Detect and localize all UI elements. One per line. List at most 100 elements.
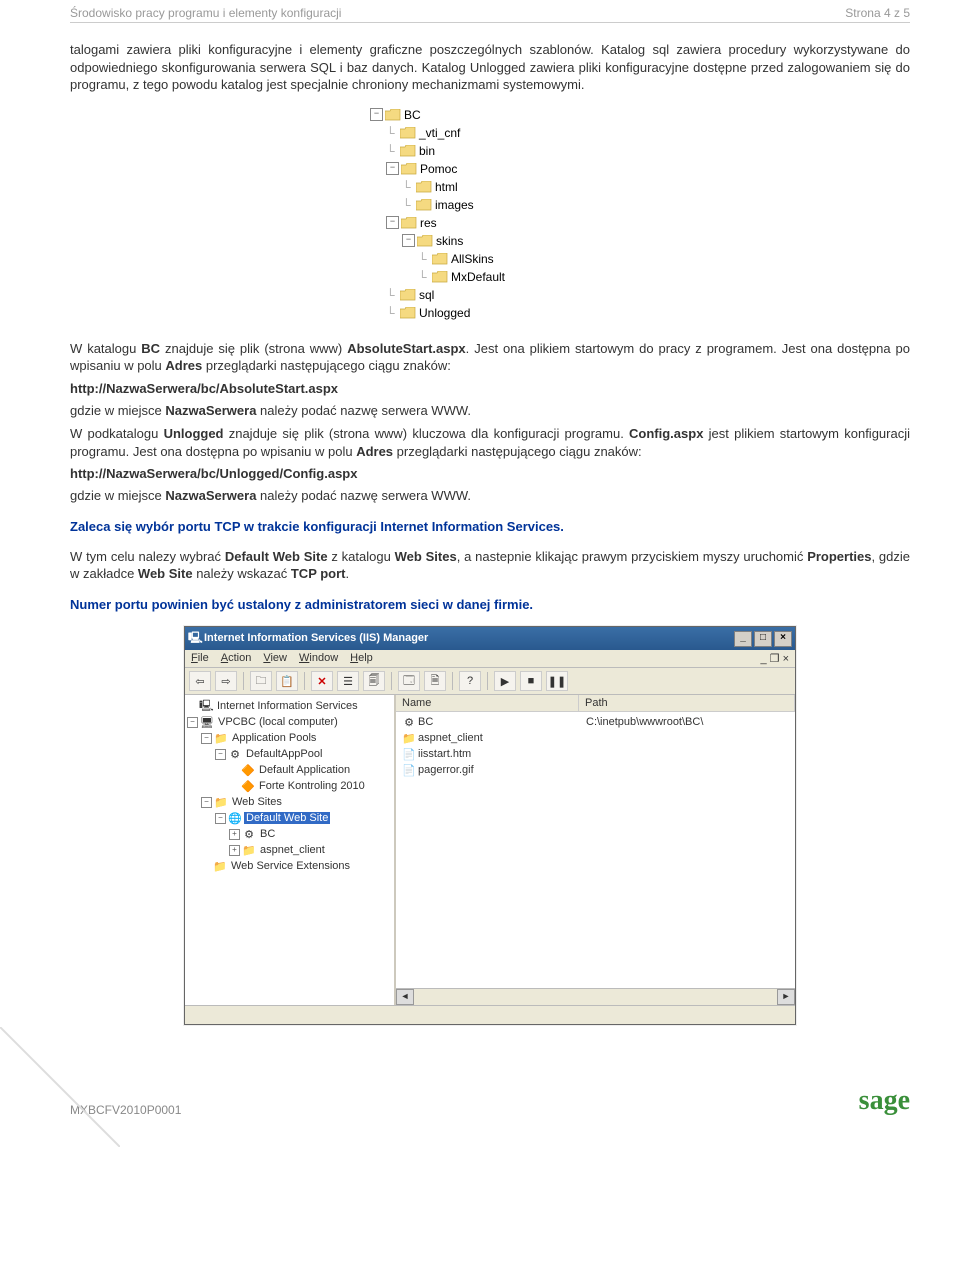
file-icon: 📄 <box>402 748 416 761</box>
node-icon: 📁 <box>214 796 228 809</box>
tree-item[interactable]: −Pomoc <box>370 160 610 178</box>
url-1: http://NazwaSerwera/bc/AbsoluteStart.asp… <box>70 381 910 396</box>
expand-toggle[interactable]: − <box>215 749 226 760</box>
tree-item[interactable]: −res <box>370 214 610 232</box>
stop-button[interactable]: ■ <box>520 671 542 691</box>
tree-item[interactable]: └sql <box>370 286 610 304</box>
expand-toggle[interactable]: + <box>229 829 240 840</box>
menu-view[interactable]: View <box>263 652 287 665</box>
iis-tree-item[interactable]: +⚙BC <box>187 826 392 842</box>
mdi-minimize-button[interactable]: _ <box>760 653 766 665</box>
iis-tree-item[interactable]: 📁Web Service Extensions <box>187 858 392 874</box>
tree-item[interactable]: −skins <box>370 232 610 250</box>
scroll-right-arrow[interactable]: ► <box>777 989 795 1005</box>
menu-file[interactable]: File <box>191 652 209 665</box>
refresh-button[interactable]: 📋 <box>276 671 298 691</box>
tree-connector: └ <box>386 124 400 142</box>
back-button[interactable]: ⇦ <box>189 671 211 691</box>
folder-icon <box>400 127 416 139</box>
expand-toggle[interactable]: − <box>402 234 415 247</box>
pause-button[interactable]: ❚❚ <box>546 671 568 691</box>
expand-toggle[interactable]: − <box>201 797 212 808</box>
expand-toggle[interactable]: − <box>370 108 383 121</box>
iis-menubar: File Action View Window Help _ ❐ × <box>185 650 795 668</box>
help-button[interactable]: ? <box>459 671 481 691</box>
tree-item[interactable]: −BC <box>370 106 610 124</box>
play-button[interactable]: ▶ <box>494 671 516 691</box>
expand-toggle[interactable]: − <box>215 813 226 824</box>
expand-toggle[interactable]: + <box>229 845 240 856</box>
iis-tree-item[interactable]: −⚙DefaultAppPool <box>187 746 392 762</box>
iis-tree-pane[interactable]: 🖳Internet Information Services−🖥VPCBC (l… <box>185 695 396 1005</box>
tree-item[interactable]: └MxDefault <box>370 268 610 286</box>
iis-file-row[interactable]: 📁aspnet_client <box>396 730 795 746</box>
node-icon: 📁 <box>242 844 256 857</box>
tree-item[interactable]: └AllSkins <box>370 250 610 268</box>
iis-tree-item[interactable]: −📁Application Pools <box>187 730 392 746</box>
tree-item[interactable]: └html <box>370 178 610 196</box>
node-icon: ⚙ <box>228 748 242 761</box>
iis-column-headers: Name Path <box>396 695 795 712</box>
blue-note-1: Zaleca się wybór portu TCP w trakcie kon… <box>70 519 910 534</box>
iis-tree-item[interactable]: −🌐Default Web Site <box>187 810 392 826</box>
node-icon: 📁 <box>214 732 228 745</box>
node-icon: 🔶 <box>241 764 255 777</box>
iis-tree-item[interactable]: −📁Web Sites <box>187 794 392 810</box>
iis-file-row[interactable]: 📄pagerror.gif <box>396 762 795 778</box>
url-2: http://NazwaSerwera/bc/Unlogged/Config.a… <box>70 466 910 481</box>
up-button[interactable]: 🗀 <box>250 671 272 691</box>
export-button[interactable]: 🗎 <box>424 671 446 691</box>
folder-icon <box>400 145 416 157</box>
iis-tree-label: VPCBC (local computer) <box>216 716 340 728</box>
expand-toggle[interactable]: − <box>386 216 399 229</box>
tree-item[interactable]: └Unlogged <box>370 304 610 322</box>
folder-icon <box>401 163 417 175</box>
maximize-button[interactable]: □ <box>754 631 772 647</box>
file-name: aspnet_client <box>418 732 483 744</box>
tree-label: bin <box>419 142 435 160</box>
tree-label: MxDefault <box>451 268 505 286</box>
delete-button[interactable]: ✕ <box>311 671 333 691</box>
tree-item[interactable]: └images <box>370 196 610 214</box>
iis-tree-item[interactable]: +📁aspnet_client <box>187 842 392 858</box>
tree-label: sql <box>419 286 434 304</box>
view-button[interactable]: 🗔 <box>398 671 420 691</box>
mdi-close-button[interactable]: × <box>783 653 789 665</box>
expand-toggle[interactable]: − <box>386 162 399 175</box>
scroll-left-arrow[interactable]: ◄ <box>396 989 414 1005</box>
iis-tree-item[interactable]: 🔶Default Application <box>187 762 392 778</box>
tree-item[interactable]: └bin <box>370 142 610 160</box>
folder-icon <box>400 289 416 301</box>
footer-curve-decoration <box>0 1027 120 1147</box>
new-button[interactable]: 🗐 <box>363 671 385 691</box>
folder-icon <box>432 253 448 265</box>
iis-tree-item[interactable]: 🔶Forte Kontroling 2010 <box>187 778 392 794</box>
iis-tree-item[interactable]: 🖳Internet Information Services <box>187 698 392 714</box>
iis-tree-label: Default Web Site <box>244 812 330 824</box>
iis-file-row[interactable]: ⚙BCC:\inetpub\wwwroot\BC\ <box>396 714 795 730</box>
menu-window[interactable]: Window <box>299 652 338 665</box>
forward-button[interactable]: ⇨ <box>215 671 237 691</box>
paragraph-5: gdzie w miejsce NazwaSerwera należy poda… <box>70 487 910 505</box>
close-button[interactable]: × <box>774 631 792 647</box>
node-icon: 🖥 <box>200 716 214 729</box>
iis-tree-label: BC <box>258 828 277 840</box>
iis-list-pane[interactable]: Name Path ⚙BCC:\inetpub\wwwroot\BC\📁aspn… <box>396 695 795 1005</box>
properties-button[interactable]: ☰ <box>337 671 359 691</box>
column-name[interactable]: Name <box>396 695 579 711</box>
tree-connector: └ <box>386 304 400 322</box>
horizontal-scrollbar[interactable]: ◄ ► <box>396 988 795 1005</box>
expand-toggle[interactable]: − <box>187 717 198 728</box>
minimize-button[interactable]: _ <box>734 631 752 647</box>
mdi-restore-button[interactable]: ❐ <box>770 653 780 665</box>
tree-item[interactable]: └_vti_cnf <box>370 124 610 142</box>
menu-help[interactable]: Help <box>350 652 373 665</box>
column-path[interactable]: Path <box>579 695 795 711</box>
expand-toggle[interactable]: − <box>201 733 212 744</box>
menu-action[interactable]: Action <box>221 652 252 665</box>
iis-file-row[interactable]: 📄iisstart.htm <box>396 746 795 762</box>
iis-statusbar <box>185 1005 795 1024</box>
folder-icon <box>432 271 448 283</box>
iis-tree-item[interactable]: −🖥VPCBC (local computer) <box>187 714 392 730</box>
folder-icon <box>385 109 401 121</box>
